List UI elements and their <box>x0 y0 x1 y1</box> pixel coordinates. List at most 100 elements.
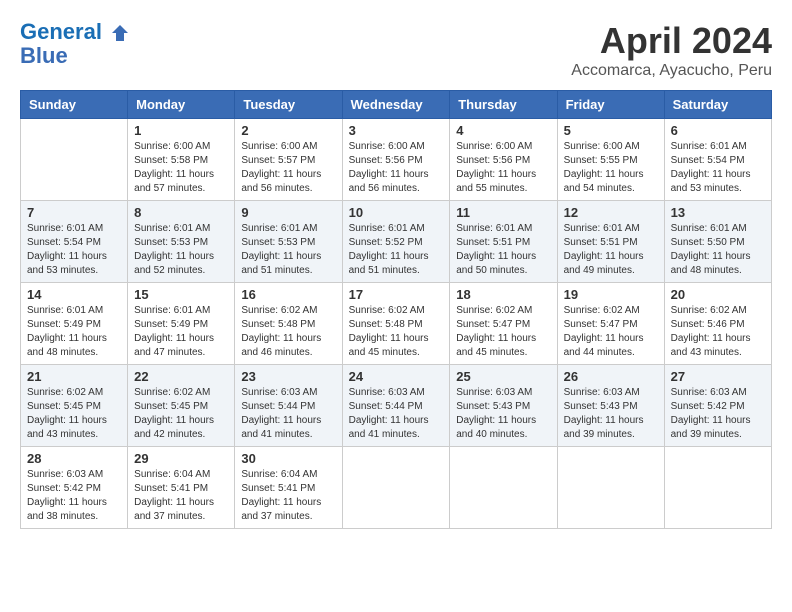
calendar-cell: 22 Sunrise: 6:02 AMSunset: 5:45 PMDayligh… <box>128 365 235 447</box>
day-info: Sunrise: 6:02 AMSunset: 5:47 PMDaylight:… <box>456 304 550 360</box>
location: Accomarca, Ayacucho, Peru <box>571 62 772 80</box>
week-row-4: 21 Sunrise: 6:02 AMSunset: 5:45 PMDayligh… <box>21 365 772 447</box>
header-thursday: Thursday <box>450 91 557 119</box>
day-number: 26 <box>564 369 658 384</box>
calendar-cell: 30Sunrise: 6:04 AMSunset: 5:41 PMDayligh… <box>235 447 342 529</box>
day-number: 19 <box>564 287 658 302</box>
day-number: 18 <box>456 287 550 302</box>
calendar-cell: 10 Sunrise: 6:01 AMSunset: 5:52 PMDayligh… <box>342 201 450 283</box>
day-number: 27 <box>671 369 765 384</box>
header-wednesday: Wednesday <box>342 91 450 119</box>
header-row: SundayMondayTuesdayWednesdayThursdayFrid… <box>21 91 772 119</box>
day-number: 10 <box>349 205 444 220</box>
calendar-cell: 26 Sunrise: 6:03 AMSunset: 5:43 PMDayligh… <box>557 365 664 447</box>
day-info: Sunrise: 6:00 AMSunset: 5:57 PMDaylight:… <box>241 140 335 196</box>
calendar-cell: 12Sunrise: 6:01 AMSunset: 5:51 PMDayligh… <box>557 201 664 283</box>
day-number: 28 <box>27 451 121 466</box>
calendar-cell: 28 Sunrise: 6:03 AMSunset: 5:42 PMDayligh… <box>21 447 128 529</box>
day-number: 1 <box>134 123 228 138</box>
calendar-cell: 24 Sunrise: 6:03 AMSunset: 5:44 PMDayligh… <box>342 365 450 447</box>
week-row-3: 14Sunrise: 6:01 AMSunset: 5:49 PMDayligh… <box>21 283 772 365</box>
header-saturday: Saturday <box>664 91 771 119</box>
day-number: 23 <box>241 369 335 384</box>
page-header: General Blue April 2024 Accomarca, Ayacu… <box>20 20 772 80</box>
day-info: Sunrise: 6:00 AMSunset: 5:56 PMDaylight:… <box>456 140 550 196</box>
day-info: Sunrise: 6:01 AMSunset: 5:53 PMDaylight:… <box>241 222 335 278</box>
header-friday: Friday <box>557 91 664 119</box>
day-number: 2 <box>241 123 335 138</box>
day-info: Sunrise: 6:03 AMSunset: 5:42 PMDaylight:… <box>671 386 765 442</box>
calendar-cell: 21 Sunrise: 6:02 AMSunset: 5:45 PMDayligh… <box>21 365 128 447</box>
header-monday: Monday <box>128 91 235 119</box>
day-number: 29 <box>134 451 228 466</box>
calendar-cell: 19 Sunrise: 6:02 AMSunset: 5:47 PMDayligh… <box>557 283 664 365</box>
day-info: Sunrise: 6:01 AMSunset: 5:54 PMDaylight:… <box>671 140 765 196</box>
calendar-cell: 13 Sunrise: 6:01 AMSunset: 5:50 PMDayligh… <box>664 201 771 283</box>
day-number: 11 <box>456 205 550 220</box>
calendar-cell: 15Sunrise: 6:01 AMSunset: 5:49 PMDayligh… <box>128 283 235 365</box>
day-info: Sunrise: 6:01 AMSunset: 5:52 PMDaylight:… <box>349 222 444 278</box>
day-number: 9 <box>241 205 335 220</box>
day-info: Sunrise: 6:02 AMSunset: 5:47 PMDaylight:… <box>564 304 658 360</box>
day-number: 22 <box>134 369 228 384</box>
calendar-cell: 27 Sunrise: 6:03 AMSunset: 5:42 PMDayligh… <box>664 365 771 447</box>
calendar-cell: 14Sunrise: 6:01 AMSunset: 5:49 PMDayligh… <box>21 283 128 365</box>
calendar-cell: 6 Sunrise: 6:01 AMSunset: 5:54 PMDaylight… <box>664 119 771 201</box>
day-number: 5 <box>564 123 658 138</box>
calendar-cell: 5 Sunrise: 6:00 AMSunset: 5:55 PMDaylight… <box>557 119 664 201</box>
calendar-cell: 11 Sunrise: 6:01 AMSunset: 5:51 PMDayligh… <box>450 201 557 283</box>
day-info: Sunrise: 6:04 AMSunset: 5:41 PMDaylight:… <box>134 468 228 524</box>
month-title: April 2024 <box>571 20 772 62</box>
week-row-2: 7Sunrise: 6:01 AMSunset: 5:54 PMDaylight… <box>21 201 772 283</box>
calendar-cell: 25 Sunrise: 6:03 AMSunset: 5:43 PMDayligh… <box>450 365 557 447</box>
day-number: 24 <box>349 369 444 384</box>
day-number: 12 <box>564 205 658 220</box>
day-number: 25 <box>456 369 550 384</box>
day-info: Sunrise: 6:01 AMSunset: 5:49 PMDaylight:… <box>27 304 121 360</box>
calendar-cell <box>557 447 664 529</box>
day-number: 20 <box>671 287 765 302</box>
day-number: 3 <box>349 123 444 138</box>
day-number: 13 <box>671 205 765 220</box>
logo-blue: Blue <box>20 44 130 68</box>
day-info: Sunrise: 6:03 AMSunset: 5:44 PMDaylight:… <box>349 386 444 442</box>
day-number: 21 <box>27 369 121 384</box>
day-info: Sunrise: 6:02 AMSunset: 5:46 PMDaylight:… <box>671 304 765 360</box>
day-info: Sunrise: 6:04 AMSunset: 5:41 PMDaylight:… <box>241 468 335 524</box>
logo: General Blue <box>20 20 130 68</box>
day-info: Sunrise: 6:01 AMSunset: 5:50 PMDaylight:… <box>671 222 765 278</box>
day-info: Sunrise: 6:03 AMSunset: 5:42 PMDaylight:… <box>27 468 121 524</box>
calendar-cell: 3Sunrise: 6:00 AMSunset: 5:56 PMDaylight… <box>342 119 450 201</box>
day-number: 6 <box>671 123 765 138</box>
day-info: Sunrise: 6:00 AMSunset: 5:55 PMDaylight:… <box>564 140 658 196</box>
day-info: Sunrise: 6:02 AMSunset: 5:48 PMDaylight:… <box>241 304 335 360</box>
title-section: April 2024 Accomarca, Ayacucho, Peru <box>571 20 772 80</box>
calendar-cell: 7Sunrise: 6:01 AMSunset: 5:54 PMDaylight… <box>21 201 128 283</box>
day-info: Sunrise: 6:02 AMSunset: 5:45 PMDaylight:… <box>27 386 121 442</box>
calendar-cell <box>664 447 771 529</box>
calendar-cell: 9 Sunrise: 6:01 AMSunset: 5:53 PMDaylight… <box>235 201 342 283</box>
day-info: Sunrise: 6:03 AMSunset: 5:43 PMDaylight:… <box>564 386 658 442</box>
header-tuesday: Tuesday <box>235 91 342 119</box>
day-number: 17 <box>349 287 444 302</box>
calendar-cell: 29 Sunrise: 6:04 AMSunset: 5:41 PMDayligh… <box>128 447 235 529</box>
day-number: 7 <box>27 205 121 220</box>
day-info: Sunrise: 6:03 AMSunset: 5:43 PMDaylight:… <box>456 386 550 442</box>
day-info: Sunrise: 6:02 AMSunset: 5:45 PMDaylight:… <box>134 386 228 442</box>
day-number: 8 <box>134 205 228 220</box>
calendar-cell: 23 Sunrise: 6:03 AMSunset: 5:44 PMDayligh… <box>235 365 342 447</box>
calendar-cell: 8 Sunrise: 6:01 AMSunset: 5:53 PMDaylight… <box>128 201 235 283</box>
day-info: Sunrise: 6:01 AMSunset: 5:51 PMDaylight:… <box>456 222 550 278</box>
calendar-cell: 1 Sunrise: 6:00 AMSunset: 5:58 PMDaylight… <box>128 119 235 201</box>
logo-text: General <box>20 20 130 44</box>
calendar-cell: 20 Sunrise: 6:02 AMSunset: 5:46 PMDayligh… <box>664 283 771 365</box>
calendar-cell: 4Sunrise: 6:00 AMSunset: 5:56 PMDaylight… <box>450 119 557 201</box>
calendar-cell <box>450 447 557 529</box>
day-info: Sunrise: 6:03 AMSunset: 5:44 PMDaylight:… <box>241 386 335 442</box>
day-info: Sunrise: 6:00 AMSunset: 5:58 PMDaylight:… <box>134 140 228 196</box>
week-row-1: 1 Sunrise: 6:00 AMSunset: 5:58 PMDaylight… <box>21 119 772 201</box>
calendar-cell: 16Sunrise: 6:02 AMSunset: 5:48 PMDayligh… <box>235 283 342 365</box>
day-info: Sunrise: 6:01 AMSunset: 5:53 PMDaylight:… <box>134 222 228 278</box>
day-info: Sunrise: 6:02 AMSunset: 5:48 PMDaylight:… <box>349 304 444 360</box>
calendar-table: SundayMondayTuesdayWednesdayThursdayFrid… <box>20 90 772 529</box>
